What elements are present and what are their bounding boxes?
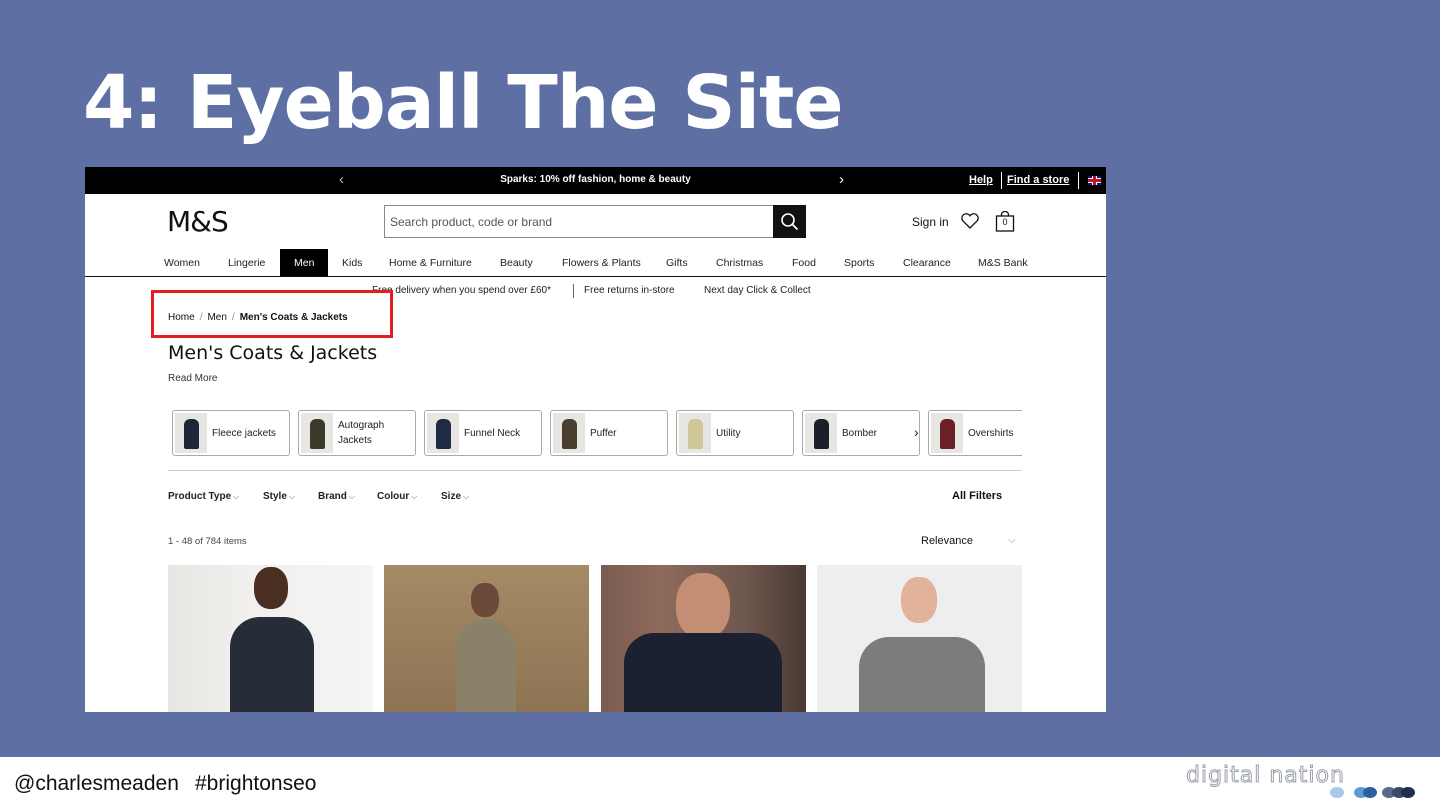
nav-item-lingerie[interactable]: Lingerie — [228, 257, 265, 269]
read-more-link[interactable]: Read More — [168, 373, 217, 384]
nav-item-home-furniture[interactable]: Home & Furniture — [389, 257, 472, 269]
model-head — [901, 577, 937, 623]
nav-item-christmas[interactable]: Christmas — [716, 257, 763, 269]
promo-bar: ‹ Sparks: 10% off fashion, home & beauty… — [85, 167, 1106, 194]
search-button[interactable] — [773, 205, 806, 238]
category-label: Overshirts — [968, 428, 1014, 439]
usp-click-collect[interactable]: Next day Click & Collect — [704, 285, 811, 296]
bag-count: 0 — [1002, 217, 1008, 227]
chevron-down-icon: ⌵ — [288, 492, 295, 501]
event-hashtag: #brightonseo — [195, 772, 317, 795]
category-funnel-neck[interactable]: Funnel Neck — [424, 410, 542, 456]
website-screenshot: ‹ Sparks: 10% off fashion, home & beauty… — [85, 167, 1106, 712]
nav-item-sports[interactable]: Sports — [844, 257, 874, 269]
filter-size[interactable]: Size ⌵ — [441, 491, 469, 502]
uk-flag-icon[interactable] — [1088, 176, 1101, 185]
chevron-down-icon: ⌵ — [348, 492, 355, 501]
nav-item-gifts[interactable]: Gifts — [666, 257, 688, 269]
usp-free-returns[interactable]: Free returns in-store — [584, 285, 675, 296]
category-autograph-jackets[interactable]: Autograph Jackets — [298, 410, 416, 456]
search-input[interactable] — [390, 206, 770, 237]
heart-icon[interactable] — [960, 212, 980, 230]
filter-label: Style — [263, 491, 287, 502]
category-label: Utility — [716, 428, 741, 439]
category-thumbnail — [301, 413, 333, 453]
model-head — [471, 583, 499, 617]
category-utility[interactable]: Utility — [676, 410, 794, 456]
search-box — [384, 205, 774, 238]
nav-item-women[interactable]: Women — [164, 257, 200, 269]
filter-brand[interactable]: Brand ⌵ — [318, 491, 355, 502]
breadcrumb-highlight — [151, 290, 393, 338]
digital-nation-logo: digital nation — [1186, 763, 1345, 789]
slide-title: 4: Eyeball The Site — [83, 60, 844, 146]
model-jacket — [859, 637, 985, 712]
nav-item-men[interactable]: Men — [280, 249, 329, 276]
category-overshirts[interactable]: Overshirts — [928, 410, 1022, 456]
item-count: 1 - 48 of 784 items — [168, 536, 247, 547]
category-label: Bomber — [842, 428, 878, 439]
filter-style[interactable]: Style ⌵ — [263, 491, 295, 502]
model-jacket — [624, 633, 782, 712]
model-head — [254, 567, 288, 609]
model-jacket — [230, 617, 314, 712]
twitter-handle: @charlesmeaden — [14, 772, 179, 795]
promo-divider — [1078, 172, 1079, 189]
nav-item-beauty[interactable]: Beauty — [500, 257, 533, 269]
help-link[interactable]: Help — [969, 174, 993, 186]
slide-footer: @charlesmeaden #brightonseo digital nati… — [0, 757, 1440, 810]
category-thumbnail — [427, 413, 459, 453]
nav-item-clearance[interactable]: Clearance — [903, 257, 951, 269]
main-nav: Women Lingerie Men Kids Home & Furniture… — [85, 249, 1106, 277]
search-icon — [781, 213, 799, 231]
model-jacket — [456, 619, 516, 712]
filter-label: Product Type — [168, 491, 232, 502]
find-store-link[interactable]: Find a store — [1007, 174, 1069, 186]
category-thumbnail — [175, 413, 207, 453]
sign-in-link[interactable]: Sign in — [912, 215, 949, 229]
chevron-down-icon: ⌵ — [233, 492, 240, 501]
filter-colour[interactable]: Colour ⌵ — [377, 491, 417, 502]
nav-item-flowers-plants[interactable]: Flowers & Plants — [562, 257, 641, 269]
category-bomber[interactable]: Bomber — [802, 410, 920, 456]
all-filters-button[interactable]: All Filters — [952, 490, 1002, 502]
logo-dots — [1330, 787, 1430, 799]
model-head — [676, 573, 730, 639]
chevron-right-icon[interactable]: › — [839, 171, 844, 188]
product-image[interactable] — [168, 565, 373, 712]
chevron-down-icon: ⌵ — [463, 492, 470, 501]
category-thumbnail — [931, 413, 963, 453]
product-image[interactable] — [817, 565, 1022, 712]
product-image[interactable] — [601, 565, 806, 712]
category-thumbnail — [553, 413, 585, 453]
chevron-down-icon: ⌵ — [411, 492, 418, 501]
nav-item-ms-bank[interactable]: M&S Bank — [978, 257, 1028, 269]
usp-divider — [573, 284, 574, 298]
page-title: Men's Coats & Jackets — [168, 342, 378, 364]
category-fleece-jackets[interactable]: Fleece jackets — [172, 410, 290, 456]
divider — [168, 470, 1022, 471]
filter-label: Colour — [377, 491, 410, 502]
promo-message[interactable]: Sparks: 10% off fashion, home & beauty — [85, 174, 1106, 185]
nav-item-kids[interactable]: Kids — [342, 257, 362, 269]
filter-label: Brand — [318, 491, 347, 502]
category-label: Funnel Neck — [464, 428, 521, 439]
promo-divider — [1001, 172, 1002, 189]
category-label: Autograph Jackets — [338, 420, 385, 446]
category-carousel: Fleece jackets Autograph Jackets Funnel … — [172, 410, 1022, 456]
category-thumbnail — [679, 413, 711, 453]
category-thumbnail — [805, 413, 837, 453]
product-image[interactable] — [384, 565, 589, 712]
category-puffer[interactable]: Puffer — [550, 410, 668, 456]
filter-label: Size — [441, 491, 462, 502]
nav-item-food[interactable]: Food — [792, 257, 816, 269]
ms-logo[interactable]: M&S — [167, 205, 229, 238]
category-label: Fleece jackets — [212, 428, 276, 439]
chevron-right-icon[interactable]: › — [914, 424, 919, 440]
filter-product-type[interactable]: Product Type ⌵ — [168, 491, 239, 502]
category-label: Puffer — [590, 428, 617, 439]
sort-select[interactable]: Relevance — [921, 535, 973, 547]
usp-free-delivery[interactable]: Free delivery when you spend over £60* — [372, 285, 551, 296]
chevron-down-icon[interactable]: ⌵ — [1008, 535, 1016, 546]
